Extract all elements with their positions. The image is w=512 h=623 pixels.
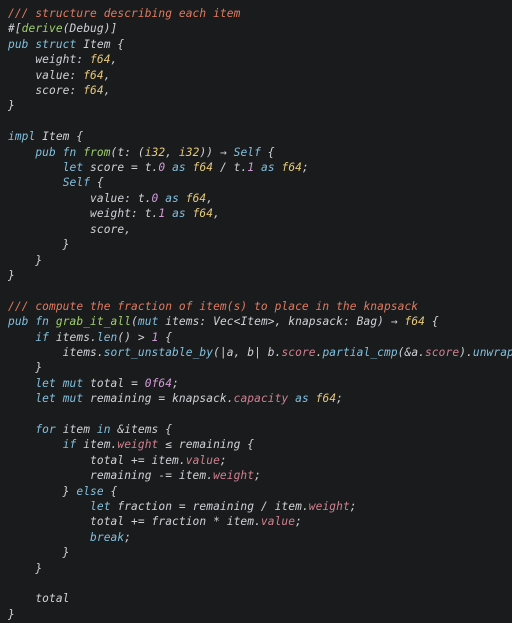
code-line: } else { [8,485,117,498]
code-line: if items.len() > 1 { [8,331,172,344]
code-line: if item.weight ≤ remaining { [8,438,254,451]
code-line: for item in &items { [8,423,172,436]
code-line: items.sort_unstable_by(|a, b| b.score.pa… [8,346,512,359]
code-line: pub fn grab_it_all(mut items: Vec<Item>,… [8,315,439,328]
code-line: #[derive(Debug)] [8,22,117,35]
code-line: total += fraction * item.value; [8,515,302,528]
code-line: } [8,99,15,112]
code-line: total [8,592,70,605]
code-line: } [8,562,42,575]
comment-line: /// compute the fraction of item(s) to p… [8,300,418,313]
code-line: } [8,269,15,282]
code-line: score, [8,223,131,236]
code-line: let score = t.0 as f64 / t.1 as f64; [8,161,309,174]
code-line: impl Item { [8,130,83,143]
code-line: weight: f64, [8,53,117,66]
code-line: } [8,608,15,621]
code-line: break; [8,531,131,544]
code-line: Self { [8,176,104,189]
code-line: score: f64, [8,84,111,97]
code-line: } [8,254,42,267]
code-line: weight: t.1 as f64, [8,207,220,220]
code-line: let mut total = 0f64; [8,377,179,390]
code-line: value: f64, [8,69,111,82]
code-line: } [8,361,42,374]
code-line: remaining -= item.weight; [8,469,261,482]
comment-line: /// structure describing each item [8,7,240,20]
code-line: total += item.value; [8,454,227,467]
code-line: value: t.0 as f64, [8,192,213,205]
code-line: } [8,546,70,559]
code-line: let mut remaining = knapsack.capacity as… [8,392,343,405]
code-line: pub struct Item { [8,38,124,51]
code-line: } [8,238,70,251]
code-line: pub fn from(t: (i32, i32)) → Self { [8,146,275,159]
code-block: /// structure describing each item #[der… [0,0,512,623]
code-line: let fraction = remaining / item.weight; [8,500,357,513]
